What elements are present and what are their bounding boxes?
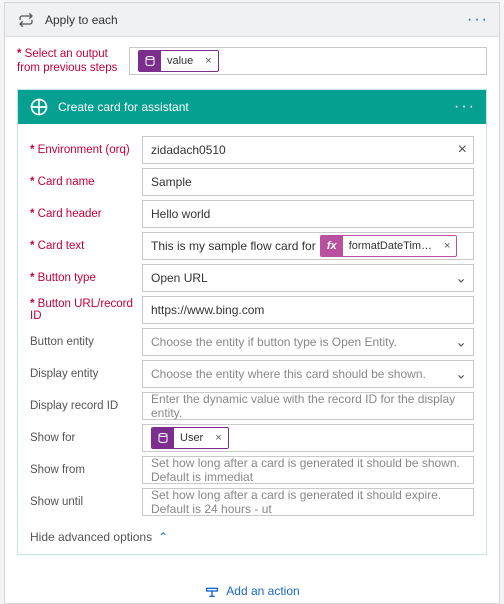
disprec-ph: Enter the dynamic value with the record …: [151, 392, 465, 420]
apply-to-each-title: Apply to each: [45, 13, 467, 27]
select-output-label: Select an output from previous steps: [17, 47, 129, 75]
add-action-icon: [204, 583, 220, 599]
cardtext-input[interactable]: This is my sample flow card for fx forma…: [142, 232, 474, 260]
chevron-down-icon: ⌄: [455, 334, 467, 351]
btnentity-select[interactable]: Choose the entity if button type is Open…: [142, 328, 474, 356]
env-value: zidadach0510: [151, 143, 226, 157]
select-output-row: Select an output from previous steps val…: [5, 37, 499, 81]
value-token[interactable]: value ×: [138, 50, 219, 72]
cardname-value: Sample: [151, 175, 192, 189]
create-card-menu-icon[interactable]: ···: [454, 98, 476, 116]
url-input[interactable]: https://www.bing.com: [142, 296, 474, 324]
loop-icon: [15, 9, 37, 31]
url-label: Button URL/record ID: [30, 298, 142, 322]
user-token[interactable]: User ×: [151, 427, 229, 449]
select-output-field[interactable]: value ×: [129, 47, 487, 75]
hide-advanced-toggle[interactable]: Hide advanced options ⌃: [30, 530, 168, 544]
cardheader-label: Card header: [30, 208, 142, 220]
cardname-input[interactable]: Sample: [142, 168, 474, 196]
create-card-action: Create card for assistant ··· Environmen…: [17, 89, 487, 555]
entity-icon: [152, 427, 174, 449]
entity-icon: [139, 50, 161, 72]
dispentity-ph: Choose the entity where this card should…: [151, 367, 426, 381]
btntype-label: Button type: [30, 272, 142, 284]
user-token-remove[interactable]: ×: [209, 432, 227, 444]
dispentity-label: Display entity: [30, 368, 142, 380]
cardheader-input[interactable]: Hello world: [142, 200, 474, 228]
showfrom-ph: Set how long after a card is generated i…: [151, 456, 465, 484]
fx-token[interactable]: fx formatDateTim… ×: [320, 235, 458, 257]
inner-container: Create card for assistant ··· Environmen…: [5, 89, 499, 603]
apply-menu-icon[interactable]: ···: [467, 11, 489, 29]
create-card-header[interactable]: Create card for assistant ···: [18, 90, 486, 124]
btntype-value: Open URL: [151, 271, 208, 285]
disprec-label: Display record ID: [30, 400, 142, 412]
add-action-button[interactable]: Add an action: [17, 583, 487, 599]
create-card-title: Create card for assistant: [58, 100, 454, 114]
env-input[interactable]: zidadach0510 ×: [142, 136, 474, 164]
btnentity-label: Button entity: [30, 336, 142, 348]
disprec-input[interactable]: Enter the dynamic value with the record …: [142, 392, 474, 420]
chevron-down-icon: ⌄: [455, 366, 467, 383]
btnentity-ph: Choose the entity if button type is Open…: [151, 335, 397, 349]
value-token-text: value: [161, 55, 199, 67]
create-card-body: Environment (orq) zidadach0510 × Card na…: [18, 124, 486, 554]
cardheader-value: Hello world: [151, 207, 210, 221]
value-token-remove[interactable]: ×: [199, 55, 217, 67]
btntype-select[interactable]: Open URL ⌄: [142, 264, 474, 292]
showfrom-input[interactable]: Set how long after a card is generated i…: [142, 456, 474, 484]
cardtext-prefix: This is my sample flow card for: [151, 239, 316, 253]
apply-to-each-header[interactable]: Apply to each ···: [5, 3, 499, 37]
add-action-text: Add an action: [226, 584, 299, 598]
url-value: https://www.bing.com: [151, 303, 264, 317]
showuntil-input[interactable]: Set how long after a card is generated i…: [142, 488, 474, 516]
app-icon: [28, 96, 50, 118]
showfor-label: Show for: [30, 432, 142, 444]
dispentity-select[interactable]: Choose the entity where this card should…: [142, 360, 474, 388]
chevron-down-icon: ⌄: [455, 270, 467, 287]
fx-icon: fx: [321, 235, 343, 257]
fx-token-text: formatDateTim…: [343, 240, 438, 252]
env-clear-icon[interactable]: ×: [458, 141, 467, 159]
cardname-label: Card name: [30, 176, 142, 188]
env-label: Environment (orq): [30, 144, 142, 156]
showfor-field[interactable]: User ×: [142, 424, 474, 452]
showfrom-label: Show from: [30, 464, 142, 476]
user-token-text: User: [174, 432, 209, 444]
apply-to-each-card: Apply to each ··· Select an output from …: [4, 2, 500, 604]
cardtext-label: Card text: [30, 240, 142, 252]
showuntil-ph: Set how long after a card is generated i…: [151, 488, 465, 516]
hide-advanced-text: Hide advanced options: [30, 530, 152, 544]
fx-token-remove[interactable]: ×: [438, 240, 456, 252]
showuntil-label: Show until: [30, 496, 142, 508]
chevron-up-icon: ⌃: [158, 530, 168, 544]
